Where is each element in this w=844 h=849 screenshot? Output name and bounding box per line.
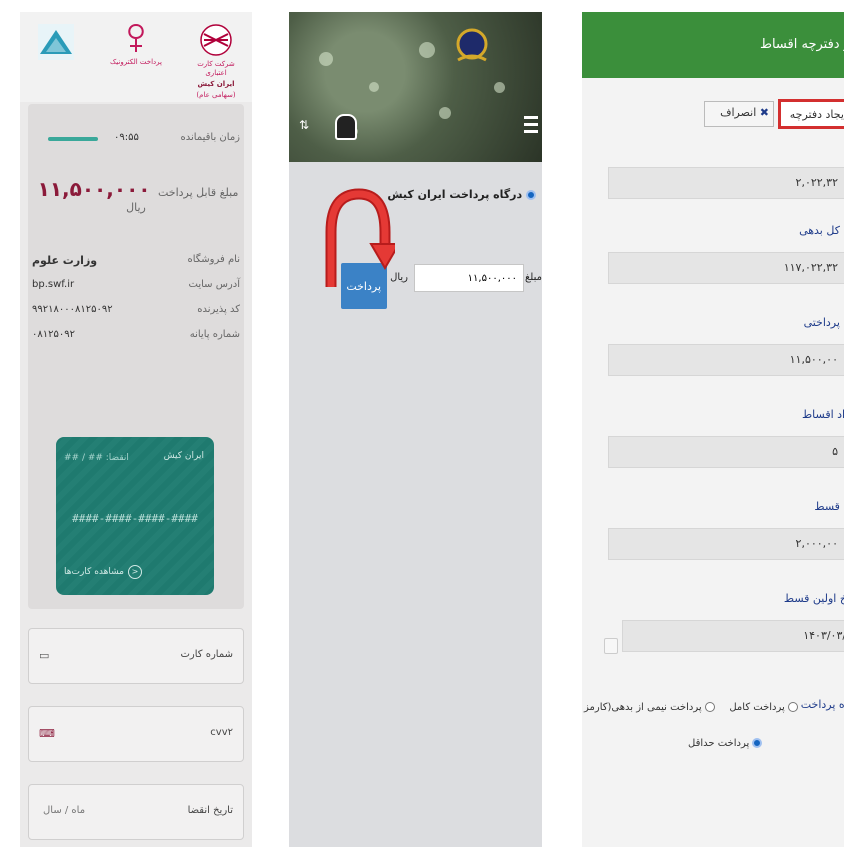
expiry-label: تاریخ انقضا: [187, 805, 233, 816]
site-address-value: bp.swf.ir: [32, 279, 75, 290]
amount-label: مبلغ قابل پرداخت: [157, 186, 239, 199]
option-label: پرداخت کامل: [729, 702, 785, 713]
cancel-label: انصراف: [720, 106, 757, 119]
logo-caption: (سهامی عام): [196, 91, 236, 99]
installment-booklet-panel: ر دفترچه اقساط ایجاد دفترچه ✖ انصراف ۲,۰…: [582, 12, 844, 847]
timer-value: ۰۹:۵۵: [114, 132, 139, 143]
iran-kish-payment-panel: شرکت کارت اعتباری ایران کیش (سهامی عام) …: [20, 12, 252, 847]
paid-amount-label: غ پرداختی: [803, 316, 844, 329]
paid-amount-field[interactable]: ۱۱,۵۰۰,۰۰: [608, 344, 844, 376]
iran-kish-logo: شرکت کارت اعتباری ایران کیش (سهامی عام): [186, 22, 246, 99]
logo-caption: شرکت کارت اعتباری: [197, 60, 235, 77]
iran-kish-logo-icon: [200, 24, 232, 56]
option-label: پرداخت حداقل: [688, 738, 750, 749]
installment-amount-field[interactable]: ۲,۰۰۰,۰۰: [608, 528, 844, 560]
total-debt-label: غ کل بدهی: [799, 224, 844, 237]
radio-full[interactable]: [788, 702, 798, 712]
card-icon: ▭: [39, 649, 50, 662]
amount-currency: ریال: [126, 201, 146, 214]
close-icon: ✖: [759, 106, 769, 119]
cancel-button[interactable]: ✖ انصراف: [704, 101, 774, 127]
card-number-mask: ####-####-####-####: [72, 512, 198, 525]
cvv2-field[interactable]: cvv۲ ⌨: [28, 706, 244, 762]
card-number-field[interactable]: شماره کارت ▭: [28, 628, 244, 684]
field-value: ۵: [832, 445, 838, 458]
red-curved-arrow-icon: [325, 188, 395, 287]
total-debt-field[interactable]: ۱۱۷,۰۲۲,۳۲: [608, 252, 844, 284]
gateway-label: درگاه پرداخت ایران کیش: [387, 188, 523, 201]
expiry-placeholder: ماه / سال: [43, 805, 86, 816]
emblem-icon: [456, 28, 488, 62]
header-banner: ⇅: [289, 12, 542, 162]
water-drop: [319, 52, 333, 66]
ministry-logo-icon: [38, 24, 74, 60]
logo-caption: پرداخت الکترونیک: [110, 58, 162, 66]
field-value: ۱۱,۵۰۰,۰۰: [789, 353, 838, 366]
cvv2-label: cvv۲: [210, 727, 233, 738]
amount-value: ۱۱,۵۰۰,۰۰۰: [37, 177, 151, 201]
gateway-selection-panel: ⇅ درگاه پرداخت ایران کیش مبلغ ریال پرداخ…: [289, 12, 542, 847]
payment-type-label: وه پرداخت: [800, 698, 844, 711]
water-drop: [494, 82, 505, 93]
water-drop: [419, 42, 435, 58]
timer-progress-bar: [48, 137, 98, 141]
field-value: ۲,۰۲۲,۳۲: [795, 176, 838, 189]
terminal-number-label: شماره پایانه: [189, 329, 240, 340]
calendar-icon[interactable]: [604, 638, 618, 654]
gateway-radio[interactable]: [526, 190, 536, 200]
logo-bar: شرکت کارت اعتباری ایران کیش (سهامی عام) …: [20, 12, 252, 102]
chevron-left-icon: <: [127, 565, 142, 579]
bank-card-preview: ایران کیش انقضا: ## / ## ####-####-####-…: [56, 437, 214, 595]
view-cards-label: مشاهده کارت‌ها: [64, 567, 124, 577]
amount-field[interactable]: ۲,۰۲۲,۳۲: [608, 167, 844, 199]
merchant-name-label: نام فروشگاه: [187, 254, 240, 265]
water-drop: [369, 82, 379, 92]
gateway-option[interactable]: درگاه پرداخت ایران کیش: [387, 188, 536, 201]
option-half-payment[interactable]: پرداخت نیمی از بدهی(کارمز: [584, 702, 715, 713]
terminal-number-value: ۰۸۱۲۵۰۹۲: [32, 329, 75, 340]
card-expiry: انقضا: ## / ##: [64, 453, 129, 463]
option-label: پرداخت نیمی از بدهی(کارمز: [584, 702, 702, 713]
field-value: ۱۱۷,۰۲۲,۳۲: [783, 261, 838, 274]
installments-count-field[interactable]: ۵: [608, 436, 844, 468]
field-value: ۲,۰۰۰,۰۰: [795, 537, 838, 550]
page-title: ر دفترچه اقساط: [759, 37, 844, 52]
first-installment-date-label: یخ اولین قسط: [783, 592, 844, 605]
amount-input[interactable]: [414, 264, 524, 292]
field-value: ۱۴۰۳/۰۳/۰: [803, 629, 844, 642]
avatar[interactable]: [335, 114, 357, 140]
installments-count-label: داد اقساط: [801, 408, 844, 421]
amount-label: مبلغ: [524, 272, 542, 283]
merchant-name-value: وزارت علوم: [32, 254, 98, 267]
payable-amount: مبلغ قابل پرداخت ۱۱,۵۰۰,۰۰۰ ریال: [28, 177, 244, 214]
installment-amount-label: غ قسط: [814, 500, 844, 513]
first-installment-date-field[interactable]: ۱۴۰۳/۰۳/۰: [622, 620, 844, 652]
timer-label: زمان باقیمانده: [180, 132, 240, 143]
radio-minimum[interactable]: [752, 738, 763, 748]
radio-half[interactable]: [704, 702, 715, 712]
card-bank-label: ایران کیش: [163, 451, 204, 461]
filter-icon[interactable]: ⇅: [299, 118, 309, 132]
acceptor-code-label: کد پذیرنده: [197, 304, 240, 315]
page-header: ر دفترچه اقساط: [582, 12, 844, 78]
ministry-logo: [26, 22, 86, 92]
expiry-field[interactable]: تاریخ انقضا ماه / سال: [28, 784, 244, 840]
site-address-label: آدرس سایت: [188, 279, 240, 290]
shaparak-logo-icon: [128, 23, 144, 52]
option-minimum-payment[interactable]: پرداخت حداقل: [688, 738, 763, 749]
option-full-payment[interactable]: پرداخت کامل: [729, 702, 798, 713]
create-booklet-button[interactable]: ایجاد دفترچه: [778, 99, 844, 129]
shaparak-logo: پرداخت الکترونیک: [106, 22, 166, 92]
acceptor-code-value: ۹۹۲۱۸۰۰۰۸۱۲۵۰۹۲: [32, 304, 113, 315]
view-cards-link[interactable]: < مشاهده کارت‌ها: [64, 565, 142, 579]
card-number-label: شماره کارت: [180, 649, 233, 660]
keyboard-icon[interactable]: ⌨: [39, 727, 55, 740]
logo-caption: ایران کیش: [197, 80, 235, 88]
menu-icon[interactable]: [524, 116, 538, 137]
water-drop: [439, 107, 451, 119]
card-bank-name: ایران کیش: [164, 451, 204, 461]
